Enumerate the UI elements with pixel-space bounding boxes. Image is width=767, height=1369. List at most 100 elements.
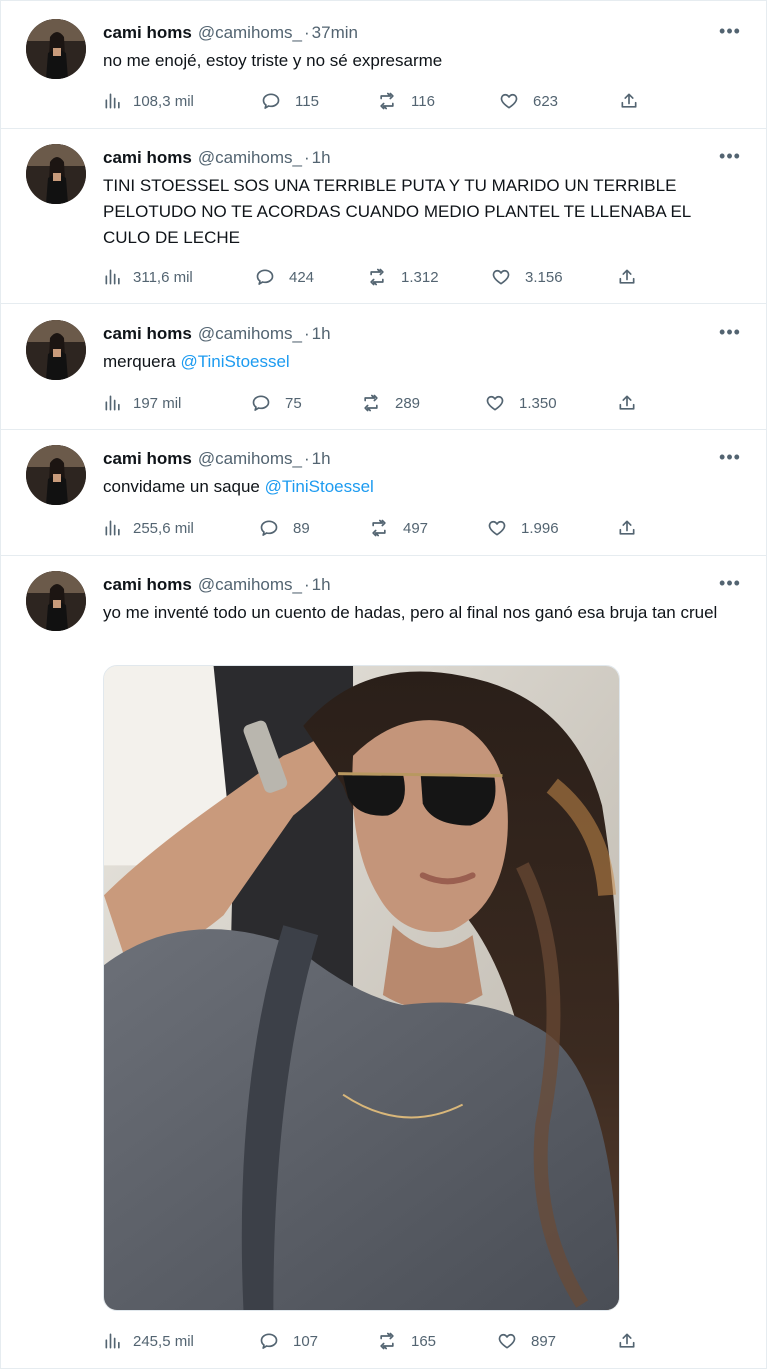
- tweet-text-body: TINI STOESSEL SOS UNA TERRIBLE PUTA Y TU…: [103, 176, 691, 247]
- more-icon[interactable]: •••: [718, 573, 742, 593]
- tweet-feed: cami homs @camihoms_ · 37min ••• no me e…: [0, 0, 767, 1369]
- reply-count: 424: [289, 268, 315, 286]
- like-button[interactable]: 3.156: [491, 265, 563, 289]
- timestamp[interactable]: 1h: [312, 148, 331, 168]
- separator: ·: [304, 324, 310, 343]
- separator: ·: [304, 23, 310, 42]
- views-icon: [105, 269, 120, 285]
- author-name[interactable]: cami homs: [103, 148, 192, 168]
- retweet-count: 1.312: [401, 268, 439, 286]
- reply-button[interactable]: 89: [259, 516, 310, 540]
- avatar[interactable]: [26, 320, 86, 380]
- like-count: 1.996: [521, 519, 559, 537]
- views-button[interactable]: 245,5 mil: [103, 1329, 194, 1353]
- reply-button[interactable]: 75: [251, 391, 302, 415]
- retweet-button[interactable]: 1.312: [367, 265, 439, 289]
- more-icon[interactable]: •••: [718, 322, 742, 342]
- tweet[interactable]: cami homs @camihoms_ · 1h ••• TINI STOES…: [1, 129, 766, 304]
- share-icon: [619, 395, 635, 410]
- mention-link[interactable]: @TiniStoessel: [265, 477, 374, 496]
- share-button[interactable]: [617, 391, 637, 415]
- retweet-button[interactable]: 497: [369, 516, 428, 540]
- like-icon: [486, 395, 504, 411]
- views-button[interactable]: 255,6 mil: [103, 516, 194, 540]
- share-button[interactable]: [617, 516, 637, 540]
- views-icon: [105, 395, 120, 411]
- views-count: 255,6 mil: [133, 519, 194, 537]
- timestamp[interactable]: 1h: [312, 324, 331, 344]
- like-icon: [488, 520, 506, 536]
- views-button[interactable]: 108,3 mil: [103, 89, 194, 113]
- like-button[interactable]: 1.996: [487, 516, 559, 540]
- tweet-actions: 108,3 mil 115 116 623: [103, 89, 663, 113]
- reply-icon: [252, 395, 270, 411]
- like-icon: [498, 1333, 516, 1349]
- tweet-text: merquera @TiniStoessel: [103, 349, 748, 375]
- separator: ·: [304, 148, 310, 167]
- like-button[interactable]: 1.350: [485, 391, 557, 415]
- avatar[interactable]: [26, 445, 86, 505]
- separator: ·: [304, 449, 310, 468]
- share-icon: [621, 93, 637, 108]
- views-button[interactable]: 311,6 mil: [103, 265, 193, 289]
- timestamp[interactable]: 1h: [312, 449, 331, 469]
- author-name[interactable]: cami homs: [103, 324, 192, 344]
- like-count: 897: [531, 1332, 557, 1350]
- retweet-button[interactable]: 165: [377, 1329, 436, 1353]
- tweet-text-body: yo me inventé todo un cuento de hadas, p…: [103, 603, 718, 622]
- tweet-actions: 197 mil 75 289 1.350: [103, 391, 663, 415]
- reply-button[interactable]: 115: [261, 89, 319, 113]
- share-icon: [619, 1333, 635, 1348]
- separator: ·: [304, 575, 310, 594]
- tweet-actions: 255,6 mil 89 497 1.996: [103, 516, 663, 540]
- share-button[interactable]: [617, 265, 637, 289]
- retweet-icon: [364, 394, 378, 412]
- avatar[interactable]: [26, 144, 86, 204]
- author-name[interactable]: cami homs: [103, 23, 192, 43]
- tweet-text-body: no me enojé, estoy triste y no sé expres…: [103, 51, 443, 70]
- more-icon[interactable]: •••: [718, 447, 742, 467]
- reply-button[interactable]: 424: [255, 265, 314, 289]
- views-count: 245,5 mil: [133, 1332, 194, 1350]
- views-count: 108,3 mil: [133, 92, 194, 110]
- reply-button[interactable]: 107: [259, 1329, 318, 1353]
- reply-count: 107: [293, 1332, 319, 1350]
- tweet-text: yo me inventé todo un cuento de hadas, p…: [103, 600, 753, 626]
- author-handle[interactable]: @camihoms_: [198, 324, 302, 344]
- like-button[interactable]: 897: [497, 1329, 556, 1353]
- timestamp[interactable]: 37min: [312, 23, 358, 43]
- more-icon[interactable]: •••: [718, 146, 742, 166]
- author-handle[interactable]: @camihoms_: [198, 449, 302, 469]
- share-button[interactable]: [619, 89, 639, 113]
- tweet[interactable]: cami homs @camihoms_ · 1h ••• convidame …: [1, 430, 766, 556]
- tweet[interactable]: cami homs @camihoms_ · 1h ••• merquera @…: [1, 304, 766, 430]
- views-icon: [105, 93, 120, 109]
- like-count: 1.350: [519, 394, 557, 412]
- retweet-icon: [380, 92, 394, 110]
- reply-count: 115: [295, 92, 319, 110]
- author-name[interactable]: cami homs: [103, 575, 192, 595]
- retweet-button[interactable]: 116: [377, 89, 435, 113]
- author-handle[interactable]: @camihoms_: [198, 148, 302, 168]
- tweet[interactable]: cami homs @camihoms_ · 37min ••• no me e…: [1, 1, 766, 129]
- avatar[interactable]: [26, 19, 86, 79]
- views-count: 197 mil: [133, 394, 182, 412]
- tweet-photo[interactable]: [103, 665, 620, 1311]
- retweet-button[interactable]: 289: [361, 391, 420, 415]
- views-button[interactable]: 197 mil: [103, 391, 181, 415]
- tweet-text: convidame un saque @TiniStoessel: [103, 474, 748, 500]
- tweet-text: TINI STOESSEL SOS UNA TERRIBLE PUTA Y TU…: [103, 173, 723, 251]
- like-button[interactable]: 623: [499, 89, 558, 113]
- mention-link[interactable]: @TiniStoessel: [180, 352, 289, 371]
- avatar[interactable]: [26, 571, 86, 631]
- tweet-header: cami homs @camihoms_ · 1h: [103, 573, 331, 597]
- more-icon[interactable]: •••: [718, 21, 742, 41]
- author-name[interactable]: cami homs: [103, 449, 192, 469]
- timestamp[interactable]: 1h: [312, 575, 331, 595]
- share-button[interactable]: [617, 1329, 637, 1353]
- views-icon: [105, 1333, 120, 1349]
- author-handle[interactable]: @camihoms_: [198, 23, 302, 43]
- author-handle[interactable]: @camihoms_: [198, 575, 302, 595]
- retweet-count: 289: [395, 394, 421, 412]
- share-icon: [619, 520, 635, 535]
